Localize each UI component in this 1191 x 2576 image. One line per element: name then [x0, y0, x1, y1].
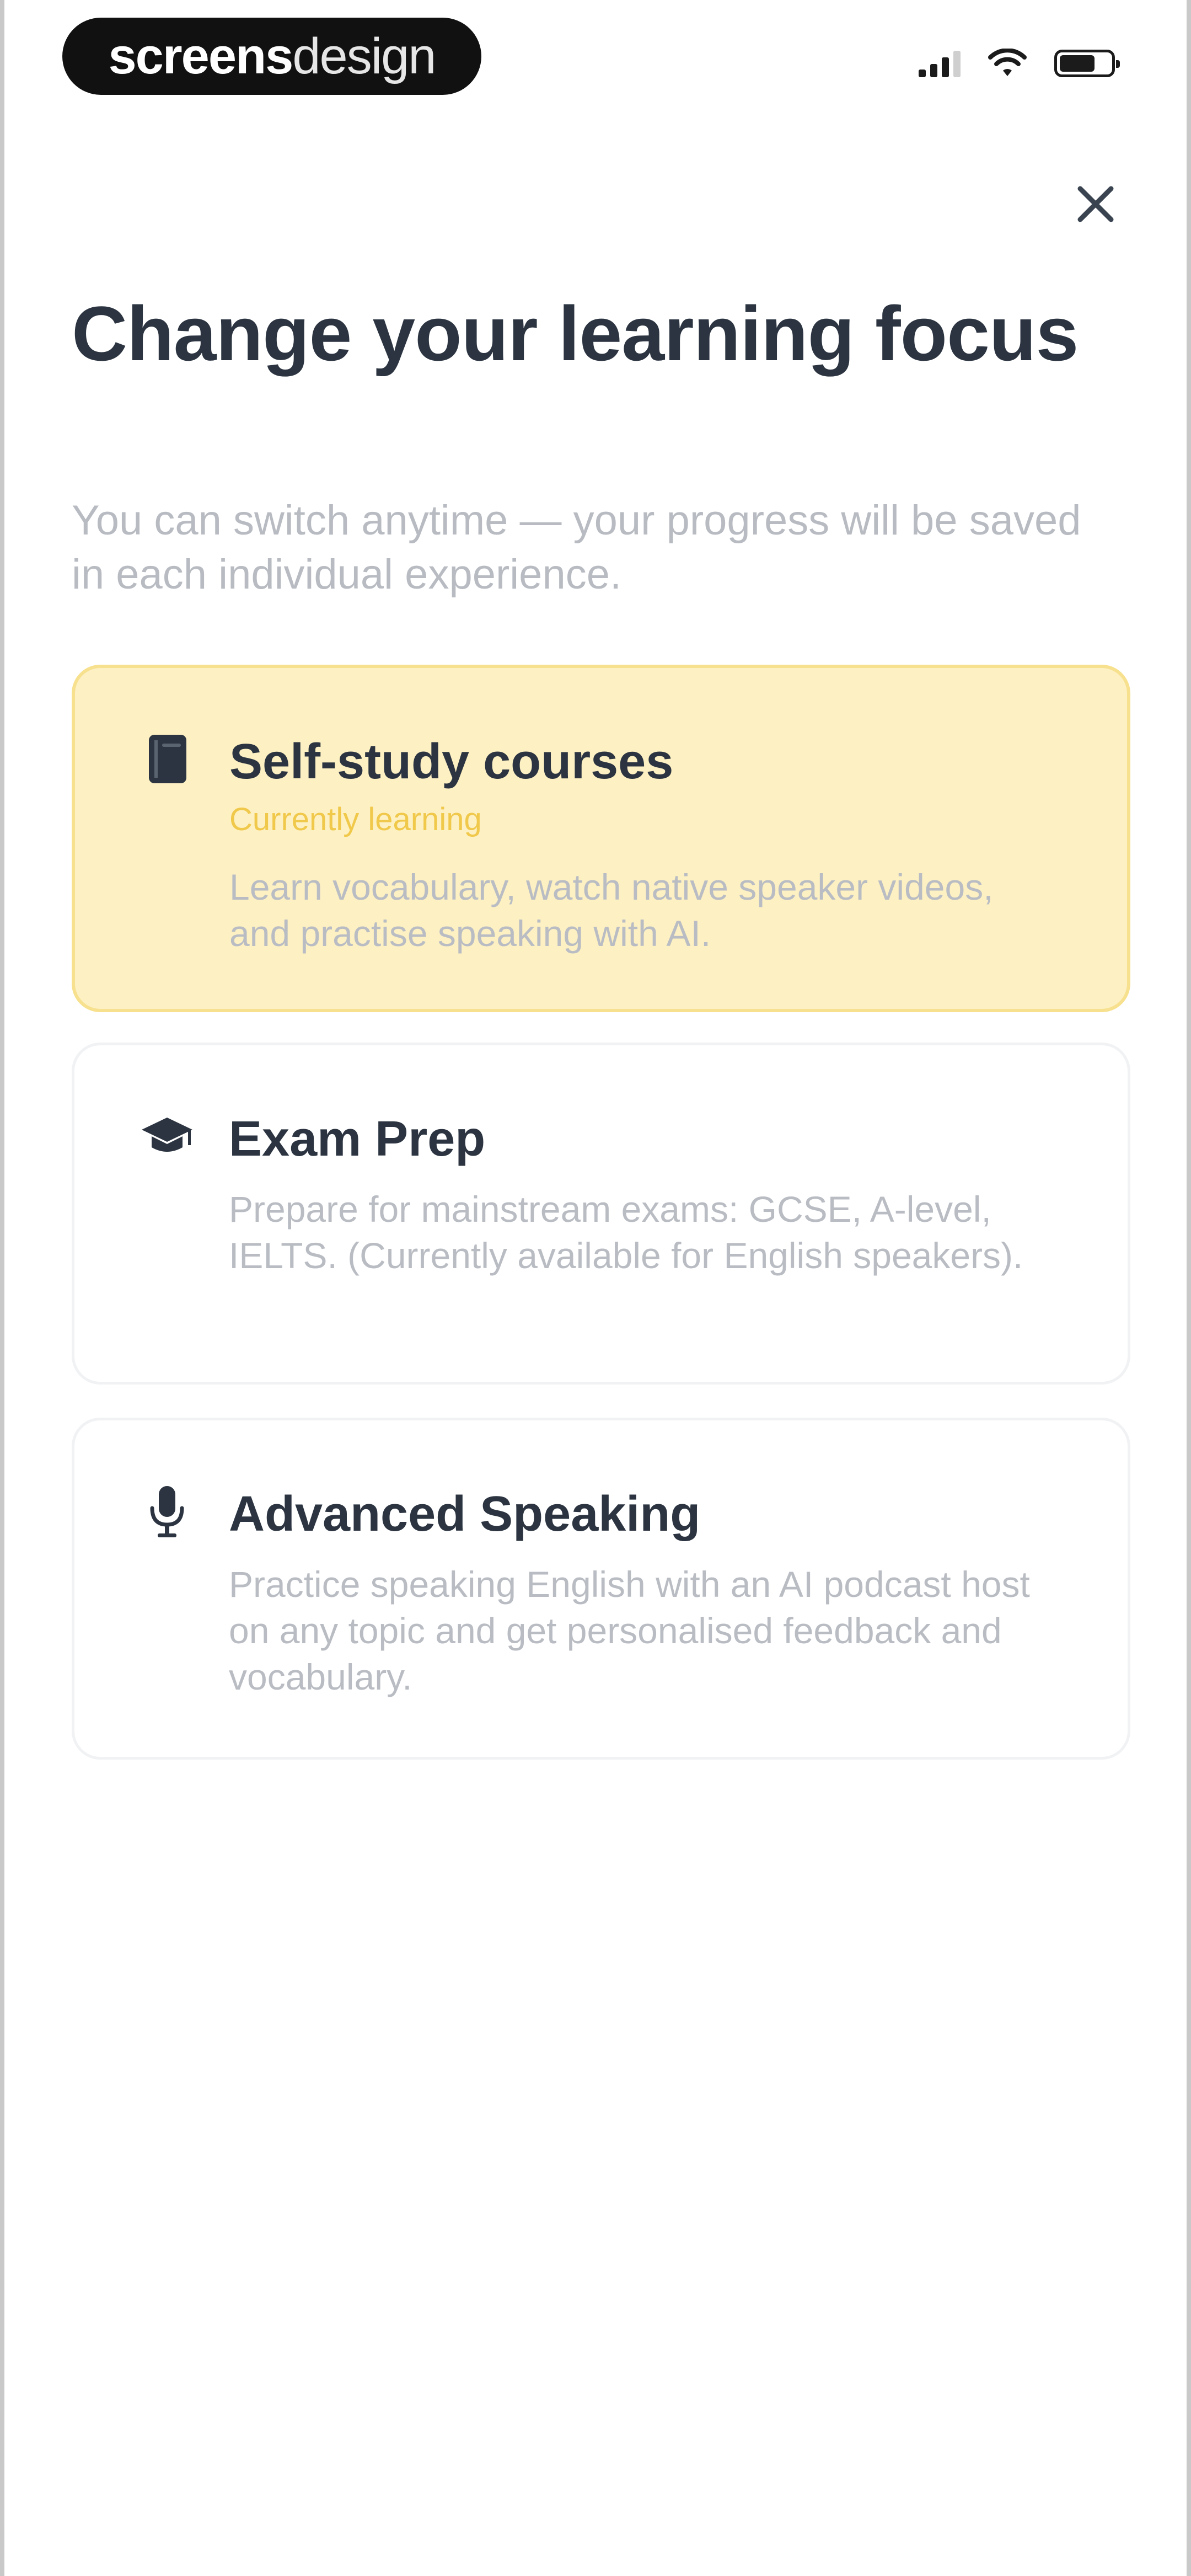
brand-logo-thin: design: [292, 28, 436, 84]
close-icon: [1077, 186, 1114, 222]
option-description: Prepare for mainstream exams: GCSE, A-le…: [229, 1189, 1023, 1276]
option-title: Advanced Speaking: [229, 1487, 701, 1542]
option-card-exam-prep[interactable]: Exam Prep Prepare for mainstream exams: …: [72, 1043, 1130, 1385]
brand-logo: screens design: [62, 18, 481, 95]
page-subtitle: You can switch anytime — your progress w…: [72, 497, 1081, 598]
wifi-icon: [988, 49, 1027, 76]
status-bar: screens design: [4, 0, 1187, 116]
book-icon: [140, 731, 195, 787]
option-description: Learn vocabulary, watch native speaker v…: [229, 867, 994, 954]
option-card-advanced-speaking[interactable]: Advanced Speaking Practice speaking Engl…: [72, 1418, 1130, 1760]
page-title: Change your learning focus: [72, 290, 1079, 377]
close-button[interactable]: [1068, 177, 1123, 232]
screen: screens design Change your learning focus…: [0, 0, 1191, 2576]
battery-icon: [1054, 50, 1120, 77]
graduation-cap-icon: [140, 1109, 195, 1164]
battery-fill: [1060, 55, 1095, 72]
microphone-icon: [140, 1484, 195, 1539]
option-card-self-study[interactable]: Self-study courses Currently learning Le…: [72, 665, 1130, 1012]
option-title: Self-study courses: [229, 734, 674, 789]
brand-logo-bold: screens: [108, 28, 294, 84]
current-badge: Currently learning: [229, 801, 482, 837]
option-title: Exam Prep: [229, 1111, 486, 1167]
option-description: Practice speaking English with an AI pod…: [229, 1564, 1030, 1697]
signal-icon: [919, 50, 961, 77]
status-icons: [919, 49, 1120, 78]
